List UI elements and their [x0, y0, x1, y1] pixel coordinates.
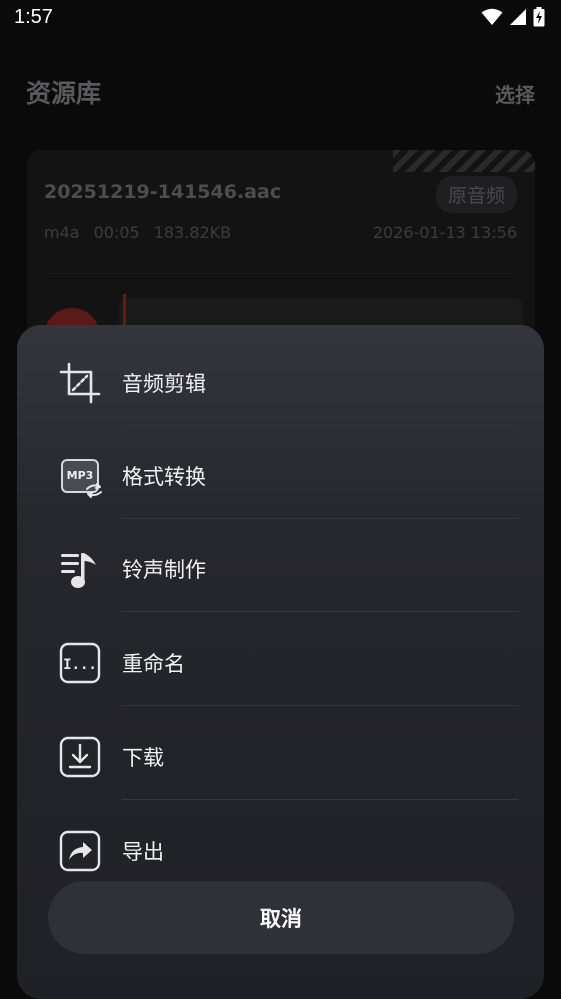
rename-icon: I... — [58, 641, 102, 685]
ringtone-icon — [58, 547, 102, 591]
file-duration: 00:05 — [93, 223, 140, 242]
share-icon — [58, 829, 102, 873]
menu-divider — [122, 425, 518, 426]
menu-divider — [122, 799, 518, 800]
menu-label-download: 下载 — [122, 745, 164, 770]
menu-item-audio-edit[interactable]: 音频剪辑 — [17, 336, 544, 429]
menu-label-rename: 重命名 — [122, 651, 185, 676]
menu-item-rename[interactable]: I... 重命名 — [17, 616, 544, 709]
file-meta: m4a 00:05 183.82KB — [44, 223, 231, 242]
status-time: 1:57 — [14, 6, 53, 28]
file-name: 20251219-141546.aac — [44, 181, 282, 203]
menu-label-export: 导出 — [122, 839, 164, 864]
cancel-button[interactable]: 取消 — [48, 881, 514, 954]
signal-icon — [509, 8, 527, 30]
download-icon — [58, 735, 102, 779]
mp3-convert-icon: MP3 — [58, 454, 102, 498]
file-format: m4a — [44, 223, 80, 242]
menu-item-format-convert[interactable]: MP3 格式转换 — [17, 429, 544, 522]
menu-divider — [122, 518, 518, 519]
card-divider — [44, 273, 517, 274]
menu-item-download[interactable]: 下载 — [17, 710, 544, 803]
select-button[interactable]: 选择 — [495, 79, 535, 108]
screen: 资源库 选择 20251219-141546.aac 原音频 m4a 00:05… — [0, 0, 561, 999]
original-audio-badge: 原音频 — [435, 176, 517, 213]
card-stripes — [393, 150, 535, 172]
file-date: 2026-01-13 13:56 — [372, 223, 517, 242]
menu-divider — [122, 611, 518, 612]
crop-icon — [58, 361, 102, 405]
menu-label-format-convert: 格式转换 — [122, 464, 206, 489]
menu-label-audio-edit: 音频剪辑 — [122, 371, 206, 396]
page-title: 资源库 — [26, 79, 102, 108]
battery-charging-icon — [533, 7, 545, 31]
file-size: 183.82KB — [153, 223, 232, 242]
wifi-icon — [481, 8, 503, 30]
menu-item-ringtone[interactable]: 铃声制作 — [17, 522, 544, 615]
action-sheet: 音频剪辑 MP3 格式转换 铃声制作 I... 重命名 下载 导出 取消 — [17, 325, 544, 999]
svg-text:I...: I... — [63, 657, 97, 673]
menu-label-ringtone: 铃声制作 — [122, 557, 206, 582]
status-icons — [481, 7, 545, 31]
status-bar: 1:57 — [0, 0, 561, 40]
menu-divider — [122, 705, 518, 706]
